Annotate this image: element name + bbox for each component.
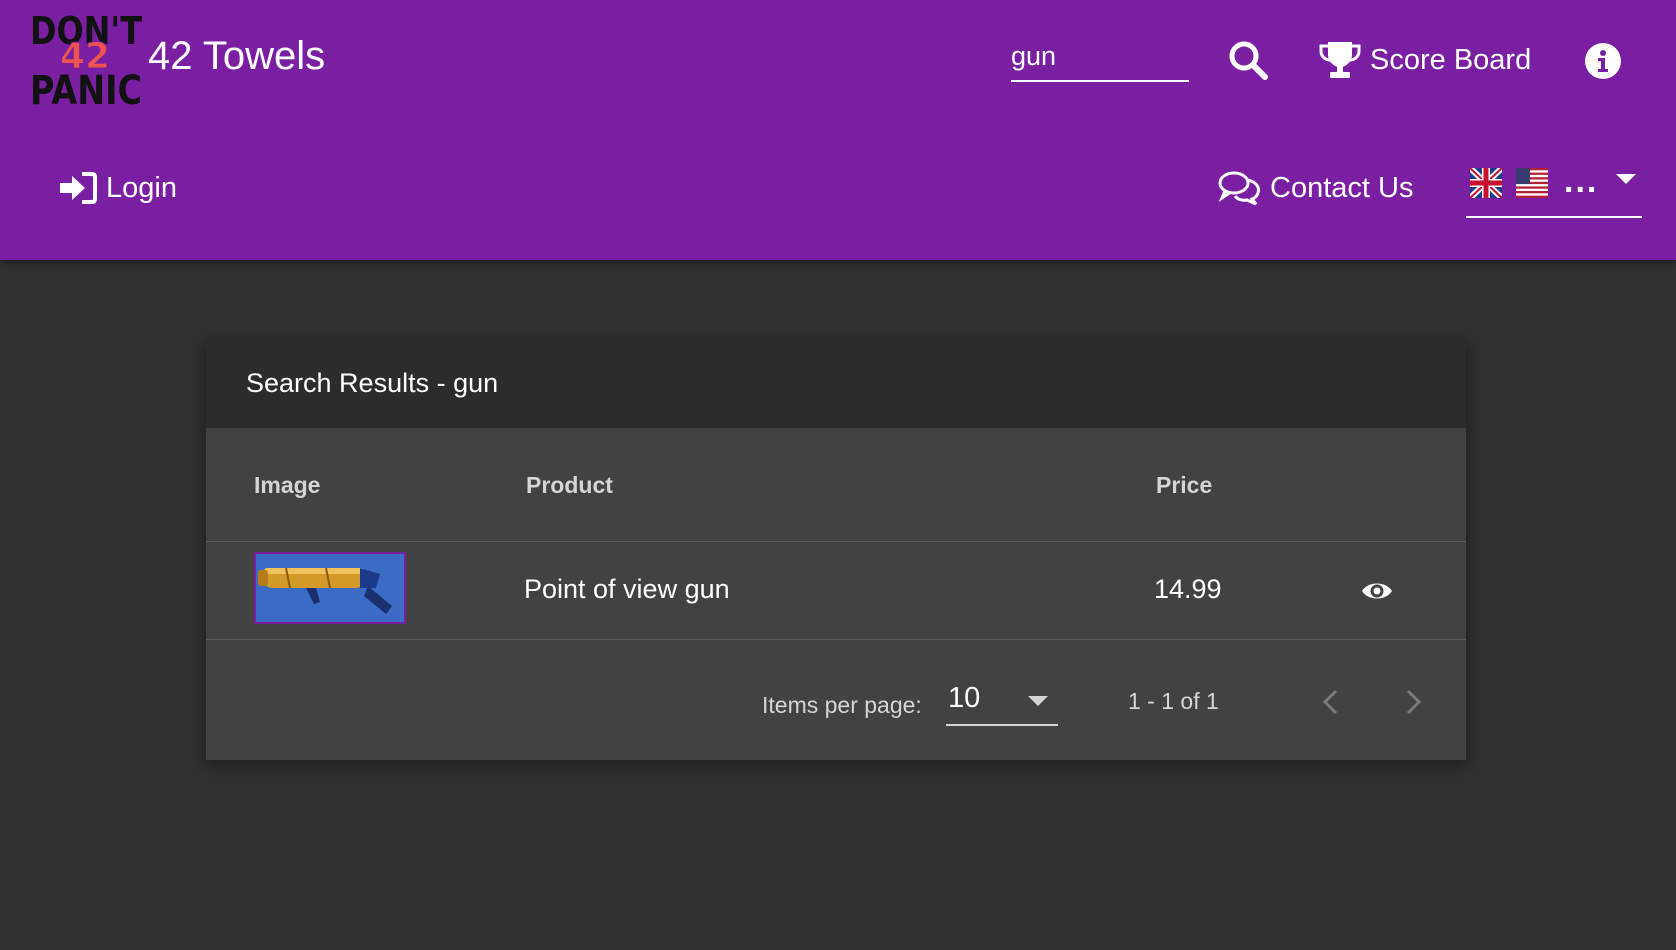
chat-bubbles-icon: [1218, 171, 1260, 206]
raygun-image-icon: [256, 554, 404, 622]
language-select[interactable]: ...: [1466, 160, 1642, 218]
uk-flag-icon: [1470, 168, 1502, 198]
info-icon: [1585, 43, 1621, 79]
items-per-page-select[interactable]: 10: [946, 680, 1058, 726]
eye-icon: [1362, 583, 1392, 599]
table-row[interactable]: Point of view gun 14.99: [206, 542, 1466, 640]
product-name: Point of view gun: [524, 574, 730, 604]
caret-down-icon: [1616, 174, 1636, 184]
product-price: 14.99: [1154, 574, 1222, 604]
language-more: ...: [1564, 162, 1599, 200]
app-name[interactable]: 42 Towels: [148, 34, 325, 79]
paginator: Items per page: 10 1 - 1 of 1: [206, 640, 1466, 760]
product-image[interactable]: [254, 552, 406, 624]
svg-text:PANIC: PANIC: [30, 68, 142, 108]
caret-down-icon: [1028, 696, 1048, 706]
search-icon: [1229, 41, 1268, 80]
search-results-title: Search Results - gun: [246, 368, 499, 398]
score-board-button[interactable]: Score Board: [1318, 38, 1531, 82]
sign-in-icon: [60, 172, 97, 204]
view-product-button[interactable]: [1360, 574, 1394, 608]
next-page-button[interactable]: [1394, 684, 1430, 720]
search-button[interactable]: [1226, 38, 1270, 82]
contact-us-label: Contact Us: [1270, 171, 1414, 204]
about-button[interactable]: [1584, 42, 1622, 80]
logo[interactable]: DON'T 42 PANIC: [30, 8, 145, 108]
top-toolbar: DON'T 42 PANIC 42 Towels Score Board: [0, 0, 1676, 260]
search-input[interactable]: [1011, 36, 1189, 76]
us-flag-icon: [1516, 168, 1548, 198]
page-range-label: 1 - 1 of 1: [1128, 688, 1219, 714]
column-header-product[interactable]: Product: [526, 472, 613, 499]
chevron-right-icon: [1406, 689, 1422, 715]
column-header-price[interactable]: Price: [1156, 472, 1212, 499]
contact-us-button[interactable]: Contact Us: [1218, 168, 1413, 208]
dont-panic-logo-icon: DON'T 42 PANIC: [30, 9, 142, 108]
previous-page-button[interactable]: [1314, 684, 1350, 720]
login-button[interactable]: Login: [58, 168, 177, 208]
search-results-card: Search Results - gun Image Product Price…: [206, 340, 1466, 760]
search-field[interactable]: [1011, 36, 1189, 82]
trophy-icon: [1319, 42, 1361, 78]
search-results-header: Search Results - gun: [206, 340, 1466, 428]
items-per-page-value: 10: [948, 682, 981, 714]
column-header-image: Image: [254, 472, 321, 498]
login-label: Login: [106, 171, 177, 204]
items-per-page-label: Items per page:: [762, 692, 922, 718]
chevron-left-icon: [1322, 689, 1338, 715]
table-header-row: Image Product Price: [206, 428, 1466, 542]
score-board-label: Score Board: [1370, 43, 1532, 76]
